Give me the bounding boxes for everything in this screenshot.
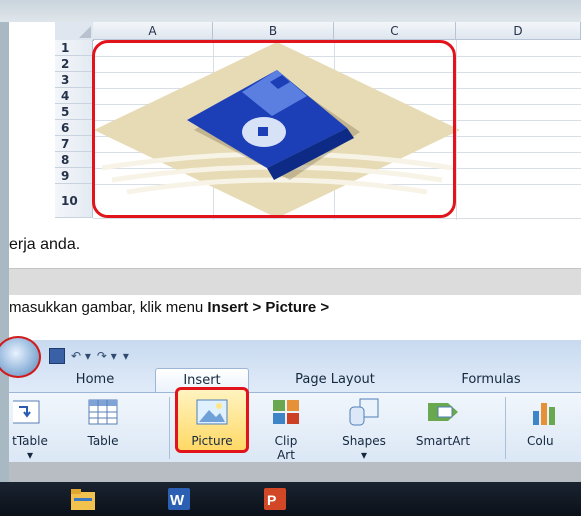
select-all-corner[interactable] [55,22,94,41]
column-header-d[interactable]: D [456,22,581,40]
group-separator [169,397,170,459]
row-header[interactable]: 6 [55,120,93,136]
chevron-down-icon: ▾ [360,448,368,462]
picture-label: Picture [191,434,233,448]
shapes-icon [349,398,379,426]
picture-icon [196,399,228,425]
column-label: Colu [527,434,554,448]
smartart-label: SmartArt [415,434,471,448]
quick-access-toolbar: ↶ ▾ ↷ ▾ ▾ [49,346,129,366]
table-button[interactable]: Table [75,397,131,448]
column-header-a[interactable]: A [93,22,213,40]
tab-home[interactable]: Home [57,368,133,392]
tab-page-layout[interactable]: Page Layout [271,368,399,392]
row-header[interactable]: 1 [55,40,93,56]
column-chart-icon [533,403,555,425]
image-highlight-frame [92,40,456,218]
chevron-down-icon: ▾ [26,448,34,462]
picture-button[interactable]: Picture [179,397,245,448]
smartart-icon [428,403,458,421]
row-header[interactable]: 3 [55,72,93,88]
file-explorer-icon[interactable] [70,486,96,512]
instruction-text-2: masukkan gambar, klik menu Insert > Pict… [9,299,329,316]
save-icon[interactable] [49,348,65,364]
smartart-button[interactable]: SmartArt [401,397,485,448]
svg-text:P: P [267,492,276,508]
section-divider [9,268,581,295]
top-strip [0,0,581,22]
instruction-insert: Insert [207,299,249,316]
row-header[interactable]: 4 [55,88,93,104]
clip-art-label-1: Clip [274,434,298,448]
row-header[interactable]: 8 [55,152,93,168]
customize-toolbar-icon[interactable]: ▾ [123,349,129,363]
group-separator [505,397,506,459]
instruction-separator: > [248,299,266,316]
clip-art-button[interactable]: Clip Art [263,397,309,462]
pivot-table-icon [8,400,40,424]
excel-ribbon: ↶ ▾ ↷ ▾ ▾ Home Insert Page Layout Formul… [0,336,581,463]
column-header-b[interactable]: B [213,22,334,40]
redo-icon[interactable]: ↷ ▾ [97,349,117,363]
tab-formulas[interactable]: Formulas [441,368,541,392]
word-icon[interactable]: W [166,486,192,512]
clip-art-icon [273,400,299,424]
table-icon [88,399,118,425]
row-header[interactable]: 9 [55,168,93,184]
taskbar: W P [0,482,581,516]
column-chart-button[interactable]: Colu [513,397,581,448]
instruction-prefix: masukkan gambar, klik menu [9,299,208,316]
powerpoint-icon[interactable]: P [262,486,288,512]
row-header[interactable]: 5 [55,104,93,120]
instruction-picture: Picture [265,299,317,316]
shapes-label: Shapes [342,434,386,448]
insert-ribbon-body: tTable ▾ Table Picture Clip Art Shapes ▾… [8,387,581,463]
instruction-suffix: > [316,299,330,316]
svg-text:W: W [170,492,185,509]
instruction-text-1: erja anda. [9,236,81,253]
left-edge-bar [0,0,9,516]
row-header[interactable]: 10 [55,184,93,218]
clip-art-label-2: Art [277,448,295,462]
pivot-table-label: tTable [12,434,48,448]
table-label: Table [87,434,119,448]
ribbon-tabs: Home Insert Page Layout Formulas [9,368,581,393]
gray-band [9,462,581,482]
row-header[interactable]: 7 [55,136,93,152]
row-header[interactable]: 2 [55,56,93,72]
shapes-button[interactable]: Shapes ▾ [331,397,397,462]
pivot-table-button[interactable]: tTable ▾ [8,397,51,462]
undo-icon[interactable]: ↶ ▾ [71,349,91,363]
column-header-c[interactable]: C [334,22,456,40]
